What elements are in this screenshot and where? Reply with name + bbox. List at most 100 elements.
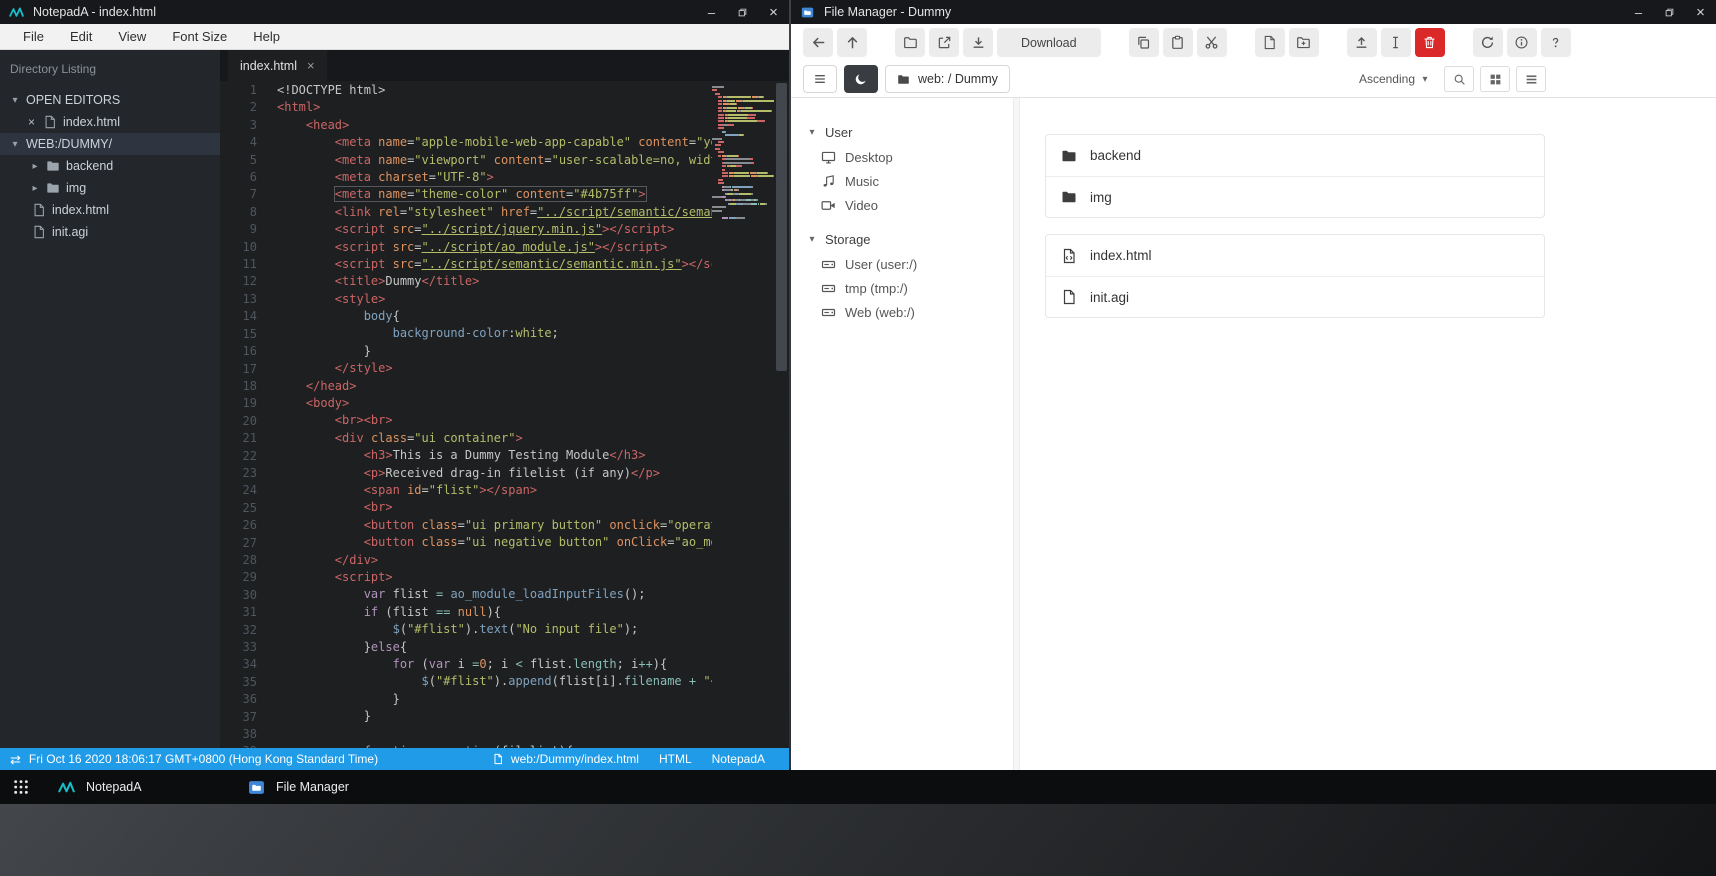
dark-mode-toggle[interactable] <box>844 65 878 93</box>
file-row-backend[interactable]: backend <box>1046 135 1544 176</box>
folder-solid-icon <box>46 159 60 173</box>
tree-item-index.html[interactable]: index.html <box>0 199 220 221</box>
close-button[interactable]: × <box>758 0 789 24</box>
tree-item-img[interactable]: ▸ img <box>0 177 220 199</box>
menu-edit[interactable]: Edit <box>57 24 105 50</box>
menu-button[interactable] <box>803 65 837 93</box>
sort-label: Ascending <box>1358 72 1415 86</box>
minimize-button[interactable]: – <box>1623 0 1654 24</box>
maximize-button[interactable] <box>1654 0 1685 24</box>
search-button[interactable] <box>1444 66 1474 92</box>
fm-sidebar-item-user-user[interactable]: User (user:/) <box>791 252 1013 276</box>
file-row-index.html[interactable]: index.html <box>1046 235 1544 276</box>
notepada-statusbar: ⇄ Fri Oct 16 2020 18:06:17 GMT+0800 (Hon… <box>0 748 789 770</box>
open-in-new-window-button[interactable] <box>929 28 959 57</box>
new-file-button[interactable] <box>1254 28 1285 57</box>
tree-item-init.agi[interactable]: init.agi <box>0 221 220 243</box>
file-name: img <box>1090 189 1112 205</box>
rename-button[interactable] <box>1380 28 1411 57</box>
open-button[interactable] <box>895 28 925 57</box>
back-button[interactable] <box>803 28 833 57</box>
statusbar-right: web:/Dummy/index.html HTML NotepadA <box>492 752 765 766</box>
maximize-button[interactable] <box>727 0 758 24</box>
minimize-button[interactable]: – <box>696 0 727 24</box>
grid-icon <box>1489 73 1502 86</box>
music-icon <box>821 174 836 189</box>
file-group-2: index.html init.agi <box>1045 234 1545 318</box>
tree-item-index.html[interactable]: × index.html <box>0 111 220 133</box>
download-button-label: Download <box>1021 35 1077 50</box>
fm-sidebar-item-music[interactable]: Music <box>791 169 1013 193</box>
notepada-titlebar: NotepadA - index.html – × <box>0 0 789 24</box>
tab-close-icon[interactable]: × <box>307 58 315 73</box>
menu-view[interactable]: View <box>105 24 159 50</box>
delete-button[interactable] <box>1414 28 1445 57</box>
file-icon <box>43 115 57 129</box>
drive-icon <box>821 257 836 272</box>
file-name: backend <box>1090 148 1142 163</box>
menu-file[interactable]: File <box>10 24 57 50</box>
arrow-left-icon <box>811 35 826 50</box>
taskbar-apps: NotepadA File Manager <box>42 770 422 804</box>
sort-dropdown[interactable]: Ascending ▾ <box>1359 72 1430 86</box>
waffle-icon <box>13 779 29 795</box>
file-name: init.agi <box>1090 289 1130 305</box>
fm-sidebar-item-tmp-tmp[interactable]: tmp (tmp:/) <box>791 276 1013 300</box>
taskbar-app-label: File Manager <box>276 780 349 794</box>
fm-sidebar-item-desktop[interactable]: Desktop <box>791 145 1013 169</box>
fm-section-header-storage[interactable]: ▾ Storage <box>791 227 1013 252</box>
tab-index-html[interactable]: index.html × <box>228 50 327 81</box>
list-view-button[interactable] <box>1516 66 1546 92</box>
file-name: index.html <box>1090 248 1152 263</box>
chevron-down-icon: ▾ <box>809 127 815 138</box>
taskbar-app-file-manager[interactable]: File Manager <box>232 770 422 804</box>
properties-button[interactable] <box>1506 28 1537 57</box>
help-button[interactable] <box>1540 28 1571 57</box>
notepada-sidebar: Directory Listing ▾ OPEN EDITORS × index.ht… <box>0 50 220 748</box>
refresh-icon <box>1480 35 1495 50</box>
fm-sidebar-scrollbar[interactable] <box>1013 98 1020 770</box>
editor-pane: index.html × 1 2 3 4 5 6 7 8 9 10 11 12 13 14 15 16 17 18… <box>220 50 789 748</box>
monitor-icon <box>821 150 836 165</box>
drive-icon <box>821 305 836 320</box>
download-button[interactable]: Download <box>997 28 1101 57</box>
new-folder-button[interactable] <box>1288 28 1319 57</box>
taskbar-app-notepada[interactable]: NotepadA <box>42 770 232 804</box>
fm-section-header-user[interactable]: ▾ User <box>791 120 1013 145</box>
refresh-button[interactable] <box>1472 28 1503 57</box>
file-row-img[interactable]: img <box>1046 176 1544 217</box>
tree-item-open-editors[interactable]: ▾ OPEN EDITORS <box>0 89 220 111</box>
menu-font-size[interactable]: Font Size <box>159 24 240 50</box>
tree-item-label: WEB:/DUMMY/ <box>26 137 113 151</box>
breadcrumb[interactable]: web: / Dummy <box>885 65 1010 93</box>
fm-sidebar-item-label: tmp (tmp:/) <box>845 280 908 296</box>
scrollbar-thumb[interactable] <box>776 83 787 371</box>
grid-view-button[interactable] <box>1480 66 1510 92</box>
close-button[interactable]: × <box>1685 0 1716 24</box>
editor-minimap[interactable] <box>712 81 774 748</box>
fm-sidebar-item-label: Video <box>845 197 879 213</box>
editor-tabbar: index.html × <box>220 50 789 81</box>
code-editor[interactable]: 1 2 3 4 5 6 7 8 9 10 11 12 13 14 15 16 17 18 19 20 21 22 23 24 2… <box>220 81 789 748</box>
statusbar-app: NotepadA <box>711 752 765 766</box>
menu-help[interactable]: Help <box>240 24 293 50</box>
cut-button[interactable] <box>1196 28 1227 57</box>
copy-button[interactable] <box>1128 28 1159 57</box>
tree-item-backend[interactable]: ▸ backend <box>0 155 220 177</box>
taskbar-app-label: NotepadA <box>86 780 142 794</box>
fm-sidebar-item-video[interactable]: Video <box>791 193 1013 217</box>
file-row-init.agi[interactable]: init.agi <box>1046 276 1544 317</box>
breadcrumb-path: web: / Dummy <box>918 72 998 86</box>
paste-button[interactable] <box>1162 28 1193 57</box>
fm-sidebar-item-web-web[interactable]: Web (web:/) <box>791 300 1013 324</box>
upload-button[interactable] <box>1346 28 1377 57</box>
fm-section-label: User <box>825 125 853 140</box>
tree-item-web-dummy[interactable]: ▾ WEB:/DUMMY/ <box>0 133 220 155</box>
app-launcher-button[interactable] <box>0 770 42 804</box>
chevron-down-icon: ▾ <box>12 138 18 150</box>
up-button[interactable] <box>837 28 867 57</box>
download-file-button[interactable] <box>963 28 993 57</box>
sidebar-title: Directory Listing <box>10 62 97 76</box>
fm-view-controls: Ascending ▾ <box>1359 66 1546 92</box>
editor-scrollbar[interactable] <box>774 81 789 748</box>
